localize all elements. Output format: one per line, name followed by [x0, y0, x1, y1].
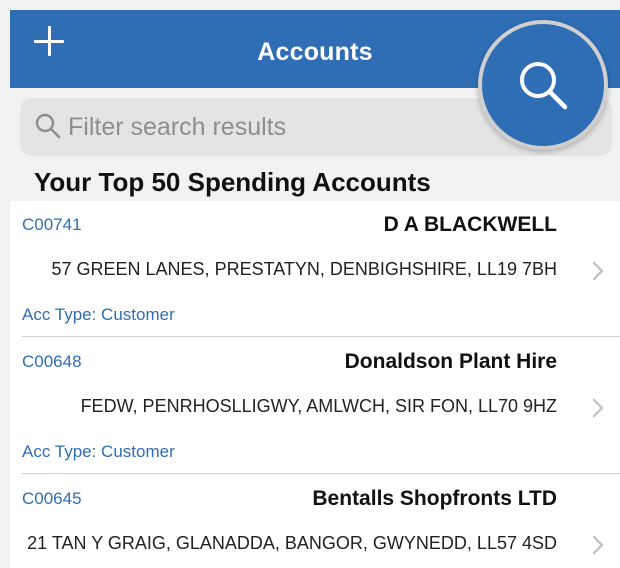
account-address: 57 GREEN LANES, PRESTATYN, DENBIGHSHIRE,… — [51, 259, 558, 279]
search-icon — [34, 112, 62, 140]
account-name: Bentalls Shopfronts LTD — [312, 487, 557, 510]
row-divider — [22, 473, 620, 474]
search-fab-button[interactable] — [478, 20, 608, 150]
section-title: Your Top 50 Spending Accounts — [34, 167, 431, 197]
account-row[interactable]: C00741 D A BLACKWELL 57 GREEN LANES, PRE… — [10, 201, 620, 337]
account-name: Donaldson Plant Hire — [344, 350, 557, 373]
chevron-right-icon — [588, 396, 608, 420]
row-divider — [22, 336, 620, 337]
account-name: D A BLACKWELL — [383, 213, 557, 236]
account-code: C00645 — [22, 489, 82, 508]
account-row[interactable]: C00645 Bentalls Shopfronts LTD 21 TAN Y … — [10, 475, 620, 568]
account-type: Acc Type: Customer — [22, 305, 175, 324]
account-address: FEDW, PENRHOSLLIGWY, AMLWCH, SIR FON, LL… — [80, 396, 557, 416]
search-icon — [520, 62, 568, 110]
accounts-screen: Accounts Your Top 50 Spending Accounts C… — [0, 0, 620, 568]
accounts-list[interactable]: C00741 D A BLACKWELL 57 GREEN LANES, PRE… — [10, 201, 620, 568]
account-code: C00741 — [22, 215, 82, 234]
section-header: Your Top 50 Spending Accounts — [10, 165, 620, 201]
chevron-right-icon — [588, 259, 608, 283]
search-input[interactable] — [68, 98, 488, 156]
account-code: C00648 — [22, 352, 82, 371]
account-row[interactable]: C00648 Donaldson Plant Hire FEDW, PENRHO… — [10, 338, 620, 474]
account-type: Acc Type: Customer — [22, 442, 175, 461]
chevron-right-icon — [588, 533, 608, 557]
account-address: 21 TAN Y GRAIG, GLANADDA, BANGOR, GWYNED… — [27, 533, 557, 553]
